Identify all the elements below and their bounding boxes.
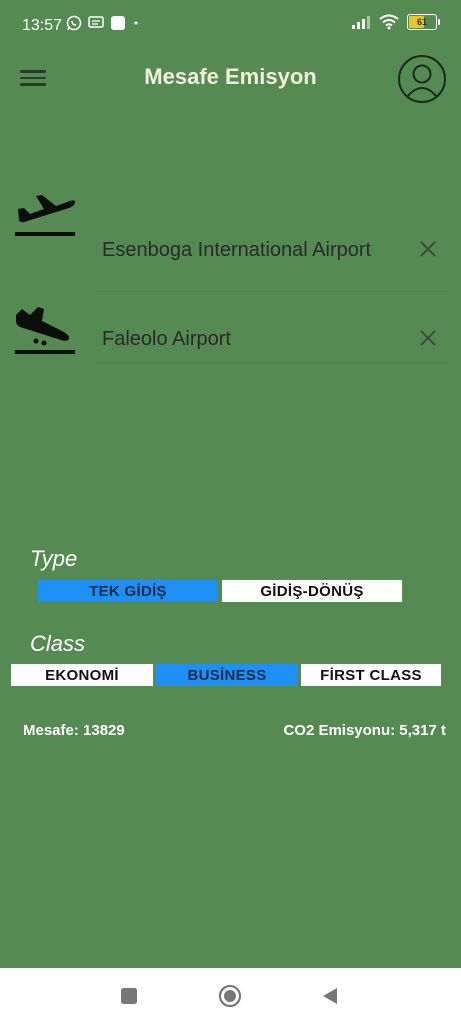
wifi-icon	[379, 14, 399, 30]
notification-icon	[111, 16, 125, 30]
app-bar: Mesafe Emisyon	[0, 52, 461, 104]
system-nav-bar	[0, 968, 461, 1024]
battery-icon: 61	[407, 14, 440, 30]
flight-takeoff-icon	[15, 195, 76, 236]
message-icon	[88, 16, 104, 28]
status-time: 13:57	[22, 17, 63, 34]
status-notifications	[66, 15, 140, 31]
departure-field[interactable]: Esenboga International Airport	[96, 219, 448, 292]
class-option-economy[interactable]: EKONOMİ	[11, 664, 153, 686]
home-icon[interactable]	[218, 984, 242, 1008]
whatsapp-icon	[66, 15, 82, 31]
class-option-business[interactable]: BUSİNESS	[156, 664, 298, 686]
distance-text: Mesafe: 13829	[23, 722, 125, 739]
status-system-icons: 61	[351, 14, 440, 30]
departure-input-value: Esenboga International Airport	[102, 239, 372, 261]
status-bar: 13:57 61	[0, 0, 461, 52]
signal-icon	[352, 16, 370, 29]
clear-departure-button[interactable]	[418, 239, 438, 259]
page-title: Mesafe Emisyon	[144, 64, 317, 89]
battery-level: 61	[416, 17, 427, 27]
trip-type-option-round-trip[interactable]: GİDİŞ-DÖNÜŞ	[222, 580, 402, 602]
profile-icon	[406, 64, 438, 98]
clear-arrival-button[interactable]	[418, 328, 438, 348]
recent-apps-icon[interactable]	[120, 987, 138, 1005]
flight-land-icon	[15, 307, 75, 354]
type-label: Type	[30, 546, 78, 571]
profile-button[interactable]	[398, 55, 446, 103]
trip-type-option-one-way[interactable]: TEK GİDİŞ	[38, 580, 218, 602]
back-icon[interactable]	[320, 986, 340, 1006]
emission-text: CO2 Emisyonu: 5,317 t	[283, 722, 446, 739]
arrival-input-value: Faleolo Airport	[102, 328, 231, 350]
dot-icon	[134, 21, 138, 25]
arrival-field[interactable]: Faleolo Airport	[96, 290, 448, 363]
class-label: Class	[30, 631, 86, 656]
class-option-first-class[interactable]: FİRST CLASS	[301, 664, 441, 686]
